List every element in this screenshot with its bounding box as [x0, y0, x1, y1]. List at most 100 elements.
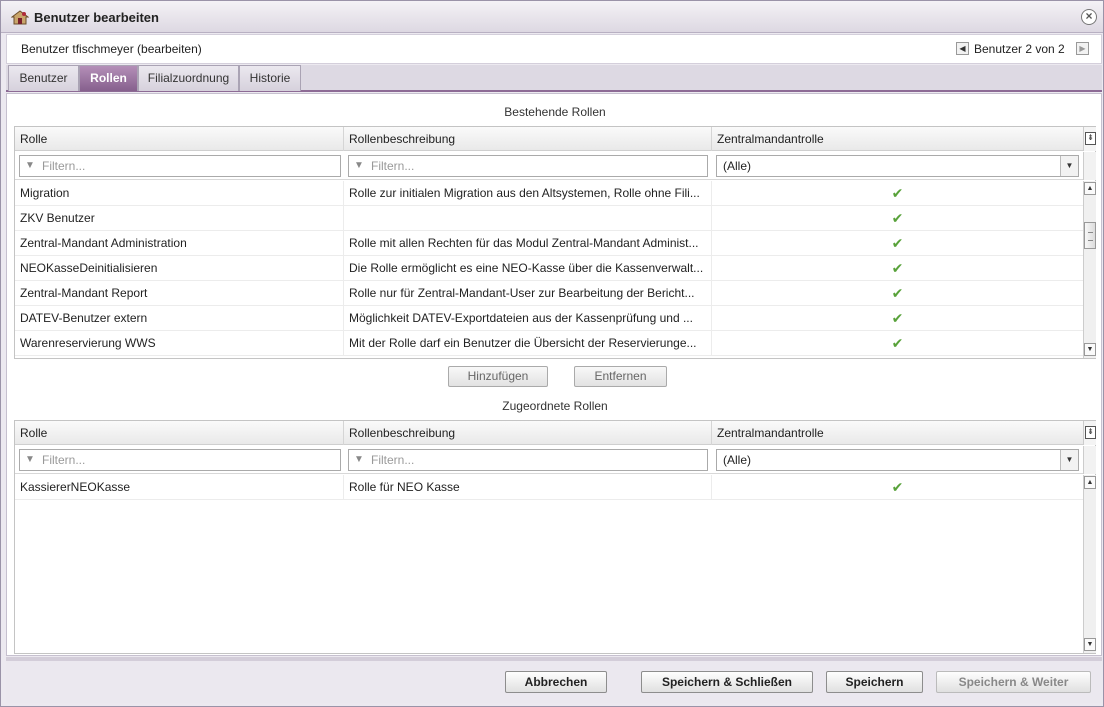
filter-placeholder: Filtern...: [42, 159, 86, 173]
column-header-rollenbeschreibung[interactable]: Rollenbeschreibung: [344, 127, 712, 151]
previous-record-icon[interactable]: ◀: [956, 42, 969, 55]
cell-rolle: Zentral-Mandant Administration: [15, 231, 344, 256]
scroll-up-icon[interactable]: ▲: [1084, 476, 1096, 489]
roles-panel: Bestehende Rollen Rolle Rollenbeschreibu…: [6, 93, 1102, 656]
record-navigation-label: Benutzer 2 von 2: [974, 42, 1065, 56]
cell-rolle: Zentral-Mandant Report: [15, 281, 344, 306]
cell-rolle: DATEV-Benutzer extern: [15, 306, 344, 331]
filter-scroll-spacer: [1083, 446, 1096, 474]
scroll-up-icon[interactable]: ▲: [1084, 182, 1096, 195]
record-title: Benutzer tfischmeyer (bearbeiten): [21, 42, 202, 56]
save-and-close-button[interactable]: Speichern & Schließen: [641, 671, 813, 693]
table-row[interactable]: Zentral-Mandant Administration Rolle mit…: [15, 231, 1083, 256]
scroll-down-icon[interactable]: ▼: [1084, 343, 1096, 356]
cell-rolle: NEOKasseDeinitialisieren: [15, 256, 344, 281]
cell-beschreibung: Mit der Rolle darf ein Benutzer die Über…: [344, 331, 712, 356]
chevron-down-icon[interactable]: ▼: [1060, 156, 1078, 176]
cell-rolle: KassiererNEOKasse: [15, 475, 344, 500]
tab-bar: Benutzer Rollen Filialzuordnung Historie: [6, 65, 1102, 92]
tab-rollen[interactable]: Rollen: [79, 65, 138, 91]
record-header: Benutzer tfischmeyer (bearbeiten) ◀ Benu…: [6, 34, 1102, 64]
filter-beschreibung-input[interactable]: ▼ Filtern...: [348, 155, 708, 177]
remove-button[interactable]: Entfernen: [574, 366, 667, 387]
filter-beschreibung-input[interactable]: ▼ Filtern...: [348, 449, 708, 471]
check-icon: ✔: [891, 335, 904, 351]
close-icon[interactable]: ×: [1081, 9, 1097, 25]
filter-icon: ▼: [25, 160, 35, 171]
add-button[interactable]: Hinzufügen: [448, 366, 548, 387]
filter-placeholder: Filtern...: [371, 159, 415, 173]
filter-icon: ▼: [354, 454, 364, 465]
table-row[interactable]: ZKV Benutzer ✔: [15, 206, 1083, 231]
check-icon: ✔: [891, 235, 904, 251]
save-button[interactable]: Speichern: [826, 671, 923, 693]
check-icon: ✔: [891, 185, 904, 201]
table-row[interactable]: DATEV-Benutzer extern Möglichkeit DATEV-…: [15, 306, 1083, 331]
check-icon: ✔: [891, 260, 904, 276]
save-and-next-button[interactable]: Speichern & Weiter: [936, 671, 1091, 693]
filter-zentral-select[interactable]: (Alle) ▼: [716, 449, 1079, 471]
chevron-down-icon[interactable]: ▼: [1060, 450, 1078, 470]
check-icon: ✔: [891, 210, 904, 226]
cell-beschreibung: [344, 206, 712, 231]
scroll-down-icon[interactable]: ▼: [1084, 638, 1096, 651]
cell-beschreibung: Möglichkeit DATEV-Exportdateien aus der …: [344, 306, 712, 331]
grid-header: Rolle Rollenbeschreibung Zentralmandantr…: [15, 127, 1083, 151]
table-row[interactable]: Warenreservierung WWS Mit der Rolle darf…: [15, 331, 1083, 356]
existing-roles-grid: Rolle Rollenbeschreibung Zentralmandantr…: [14, 126, 1096, 359]
column-menu-button[interactable]: ⇟: [1083, 127, 1096, 151]
dialog-footer: Abbrechen Speichern & Schließen Speicher…: [6, 657, 1102, 703]
cell-rolle: Migration: [15, 181, 344, 206]
user-edit-icon: [11, 10, 29, 25]
select-value: (Alle): [723, 453, 752, 467]
table-row[interactable]: KassiererNEOKasse Rolle für NEO Kasse ✔: [15, 475, 1083, 500]
cell-beschreibung: Rolle nur für Zentral-Mandant-User zur B…: [344, 281, 712, 306]
edit-user-dialog: Benutzer bearbeiten × Benutzer tfischmey…: [0, 0, 1104, 707]
column-header-rolle[interactable]: Rolle: [15, 421, 344, 445]
table-row[interactable]: NEOKasseDeinitialisieren Die Rolle ermög…: [15, 256, 1083, 281]
filter-placeholder: Filtern...: [371, 453, 415, 467]
column-chooser-icon: ⇟: [1085, 426, 1096, 439]
cell-rolle: Warenreservierung WWS: [15, 331, 344, 356]
cancel-button[interactable]: Abbrechen: [505, 671, 607, 693]
title-bar[interactable]: Benutzer bearbeiten ×: [1, 1, 1103, 33]
existing-roles-title: Bestehende Rollen: [504, 105, 606, 119]
grid-header: Rolle Rollenbeschreibung Zentralmandantr…: [15, 421, 1083, 445]
dialog-title: Benutzer bearbeiten: [34, 10, 159, 25]
cell-beschreibung: Rolle für NEO Kasse: [344, 475, 712, 500]
cell-beschreibung: Die Rolle ermöglicht es eine NEO-Kasse ü…: [344, 256, 712, 281]
column-header-rolle[interactable]: Rolle: [15, 127, 344, 151]
filter-icon: ▼: [354, 160, 364, 171]
vertical-scrollbar[interactable]: ▲ ▼: [1083, 181, 1096, 358]
assigned-roles-grid: Rolle Rollenbeschreibung Zentralmandantr…: [14, 420, 1096, 654]
cell-beschreibung: Rolle zur initialen Migration aus den Al…: [344, 181, 712, 206]
tab-benutzer[interactable]: Benutzer: [8, 65, 79, 91]
filter-rolle-input[interactable]: ▼ Filtern...: [19, 155, 341, 177]
check-icon: ✔: [891, 285, 904, 301]
table-row[interactable]: Zentral-Mandant Report Rolle nur für Zen…: [15, 281, 1083, 306]
column-header-zentralmandantrolle[interactable]: Zentralmandantrolle: [712, 421, 1083, 445]
column-chooser-icon: ⇟: [1085, 132, 1096, 145]
filter-placeholder: Filtern...: [42, 453, 86, 467]
cell-rolle: ZKV Benutzer: [15, 206, 344, 231]
select-value: (Alle): [723, 159, 752, 173]
filter-rolle-input[interactable]: ▼ Filtern...: [19, 449, 341, 471]
check-icon: ✔: [891, 479, 904, 495]
filter-scroll-spacer: [1083, 152, 1096, 180]
table-row[interactable]: Migration Rolle zur initialen Migration …: [15, 181, 1083, 206]
assigned-roles-title: Zugeordnete Rollen: [502, 399, 608, 413]
filter-row: ▼ Filtern... ▼ Filtern... (Alle) ▼: [15, 446, 1083, 474]
next-record-icon[interactable]: ▶: [1076, 42, 1089, 55]
tab-historie[interactable]: Historie: [239, 65, 301, 91]
check-icon: ✔: [891, 310, 904, 326]
filter-zentral-select[interactable]: (Alle) ▼: [716, 155, 1079, 177]
filter-row: ▼ Filtern... ▼ Filtern... (Alle) ▼: [15, 152, 1083, 180]
scrollbar-thumb[interactable]: [1084, 222, 1096, 249]
tab-filialzuordnung[interactable]: Filialzuordnung: [138, 65, 239, 91]
filter-icon: ▼: [25, 454, 35, 465]
column-header-rollenbeschreibung[interactable]: Rollenbeschreibung: [344, 421, 712, 445]
column-header-zentralmandantrolle[interactable]: Zentralmandantrolle: [712, 127, 1083, 151]
cell-beschreibung: Rolle mit allen Rechten für das Modul Ze…: [344, 231, 712, 256]
vertical-scrollbar[interactable]: ▲ ▼: [1083, 475, 1096, 653]
column-menu-button[interactable]: ⇟: [1083, 421, 1096, 445]
